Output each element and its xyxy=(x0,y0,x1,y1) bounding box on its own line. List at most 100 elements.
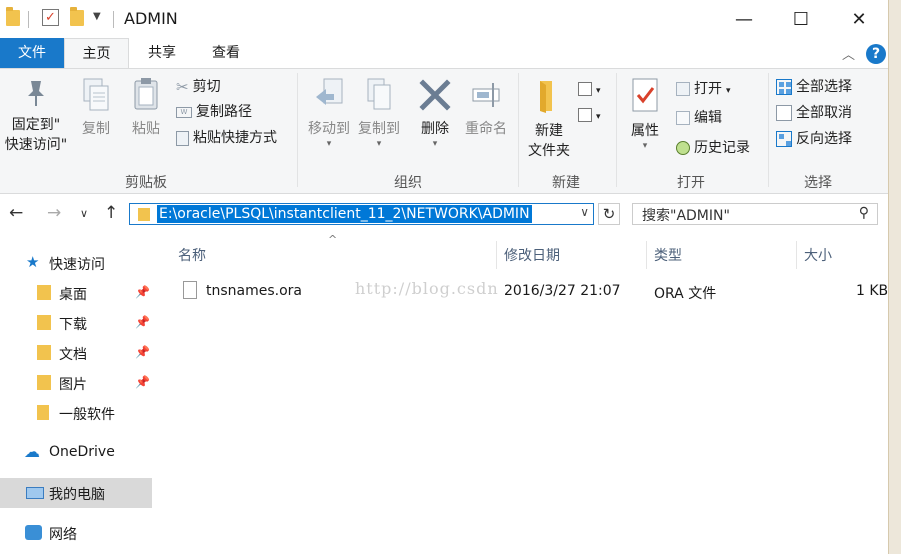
collapse-ribbon-icon[interactable]: ︿ xyxy=(842,44,855,63)
nav-item-label: 下载 xyxy=(59,317,87,333)
sort-ascending-icon: ^ xyxy=(328,233,338,246)
minimize-button[interactable]: — xyxy=(714,0,774,38)
divider xyxy=(113,11,114,28)
delete-label: 删除 xyxy=(421,121,449,137)
tab-share[interactable]: 共享 xyxy=(134,38,190,68)
nav-item-downloads[interactable]: 下载 📌 xyxy=(0,308,152,338)
copy-button[interactable]: 复制 xyxy=(76,77,116,139)
forward-arrow-icon[interactable]: → xyxy=(47,203,61,223)
cut-button[interactable]: ✂ 剪切 xyxy=(176,75,221,99)
copy-path-label: 复制路径 xyxy=(196,104,252,120)
nav-item-software[interactable]: 一般软件 xyxy=(0,398,152,428)
column-header-name[interactable]: 名称 xyxy=(178,245,206,265)
search-icon[interactable]: ⚲ xyxy=(859,205,869,221)
file-type: ORA 文件 xyxy=(654,286,717,302)
file-list: ^ 名称 修改日期 类型 大小 tnsnames.ora 2016/3/27 2… xyxy=(155,233,888,554)
divider xyxy=(518,73,519,187)
close-button[interactable]: ✕ xyxy=(829,0,889,38)
pin-quick-access-button[interactable]: 固定到" 快速访问" xyxy=(2,77,70,155)
history-label: 历史记录 xyxy=(694,140,750,156)
paste-shortcut-icon xyxy=(176,130,189,146)
table-row[interactable]: tnsnames.ora 2016/3/27 21:07 ORA 文件 1 KB xyxy=(172,279,888,305)
paste-label: 粘贴 xyxy=(132,121,160,137)
invert-selection-button[interactable]: 反向选择 xyxy=(776,127,852,151)
move-to-dropdown-icon: ▾ xyxy=(326,139,332,149)
address-dropdown-icon[interactable]: ∨ xyxy=(580,205,589,219)
rename-icon xyxy=(472,83,500,107)
refresh-icon[interactable]: ↻ xyxy=(598,203,620,225)
pin-icon[interactable]: 📌 xyxy=(135,285,150,299)
delete-dropdown-icon: ▾ xyxy=(432,139,438,149)
pin-icon xyxy=(28,81,44,106)
nav-item-pictures[interactable]: 图片 📌 xyxy=(0,368,152,398)
open-button[interactable]: 打开 ▾ xyxy=(676,77,731,101)
pin-icon[interactable]: 📌 xyxy=(135,375,150,389)
paste-shortcut-button[interactable]: 粘贴快捷方式 xyxy=(176,126,277,150)
copy-label: 复制 xyxy=(82,121,110,137)
navigation-pane: ★ 快速访问 桌面 📌 下载 📌 文档 📌 图片 📌 一般软件 ☁ OneDri… xyxy=(0,235,155,554)
divider[interactable] xyxy=(796,241,797,269)
new-item-dropdown-icon: ▾ xyxy=(596,86,601,96)
pin-label-2: 快速访问" xyxy=(4,137,68,153)
help-icon[interactable]: ? xyxy=(866,44,886,64)
new-group-label: 新建 xyxy=(552,175,580,191)
title-bar: ✓ ▼ ADMIN — ☐ ✕ xyxy=(0,0,901,38)
nav-item-desktop[interactable]: 桌面 📌 xyxy=(0,278,152,308)
tab-home[interactable]: 主页 xyxy=(64,38,129,68)
nav-this-pc[interactable]: 我的电脑 xyxy=(0,478,152,508)
recent-locations-chevron-icon[interactable]: ∨ xyxy=(80,207,88,220)
divider[interactable] xyxy=(646,241,647,269)
delete-button[interactable]: 删除 ▾ xyxy=(415,77,455,149)
move-to-button[interactable]: 移动到 ▾ xyxy=(304,77,354,149)
select-none-button[interactable]: 全部取消 xyxy=(776,101,852,125)
nav-quick-access[interactable]: ★ 快速访问 xyxy=(0,248,152,278)
copy-to-button[interactable]: 复制到 ▾ xyxy=(354,77,404,149)
new-folder-icon[interactable] xyxy=(70,7,84,26)
search-box[interactable]: 搜索"ADMIN" ⚲ xyxy=(632,203,878,225)
computer-icon xyxy=(26,487,44,499)
back-arrow-icon[interactable]: ← xyxy=(9,203,23,223)
new-folder-button[interactable]: 新建 文件夹 xyxy=(522,77,576,161)
edit-button[interactable]: 编辑 xyxy=(676,106,722,130)
easy-access-button[interactable]: ▾ xyxy=(578,103,601,127)
copy-path-button[interactable]: W 复制路径 xyxy=(176,100,252,124)
column-header-date[interactable]: 修改日期 xyxy=(504,245,560,265)
tab-file[interactable]: 文件 xyxy=(0,38,64,68)
address-path[interactable]: E:\oracle\PLSQL\instantclient_11_2\NETWO… xyxy=(157,205,532,223)
divider xyxy=(297,73,298,187)
properties-check-icon[interactable]: ✓ xyxy=(42,9,59,26)
select-all-icon xyxy=(776,79,792,95)
delete-x-icon xyxy=(419,79,451,111)
divider[interactable] xyxy=(496,241,497,269)
new-folder-label-2: 文件夹 xyxy=(528,143,570,159)
copy-to-label: 复制到 xyxy=(358,121,400,137)
pin-icon[interactable]: 📌 xyxy=(135,345,150,359)
new-item-button[interactable]: ▾ xyxy=(578,77,601,101)
cloud-icon: ☁ xyxy=(24,442,40,461)
rename-button[interactable]: 重命名 xyxy=(460,77,512,139)
properties-dropdown-icon: ▾ xyxy=(642,141,648,151)
folder-icon xyxy=(6,7,20,26)
ribbon: 固定到" 快速访问" 复制 粘贴 ✂ 剪切 W 复制路径 粘贴快捷方式 剪贴板 移动… xyxy=(0,68,888,194)
address-bar[interactable]: E:\oracle\PLSQL\instantclient_11_2\NETWO… xyxy=(129,203,594,225)
folder-icon xyxy=(37,405,49,420)
search-input[interactable]: 搜索"ADMIN" xyxy=(642,205,730,225)
nav-network[interactable]: 网络 xyxy=(0,518,152,548)
paste-button[interactable]: 粘贴 xyxy=(126,77,166,139)
open-icon xyxy=(676,82,690,96)
edit-icon xyxy=(676,111,690,125)
downloads-folder-icon xyxy=(37,315,51,330)
properties-button[interactable]: 属性 ▾ xyxy=(622,77,668,151)
column-header-size[interactable]: 大小 xyxy=(804,245,832,265)
tab-view[interactable]: 查看 xyxy=(198,38,254,68)
quick-access-dropdown-icon[interactable]: ▼ xyxy=(93,11,101,22)
maximize-button[interactable]: ☐ xyxy=(771,0,831,38)
history-button[interactable]: 历史记录 xyxy=(676,136,750,160)
pin-icon[interactable]: 📌 xyxy=(135,315,150,329)
nav-onedrive[interactable]: ☁ OneDrive xyxy=(0,438,152,468)
up-arrow-icon[interactable]: ↑ xyxy=(104,203,118,223)
select-all-button[interactable]: 全部选择 xyxy=(776,75,852,99)
nav-item-documents[interactable]: 文档 📌 xyxy=(0,338,152,368)
nav-onedrive-label: OneDrive xyxy=(49,444,115,460)
column-header-type[interactable]: 类型 xyxy=(654,245,682,265)
